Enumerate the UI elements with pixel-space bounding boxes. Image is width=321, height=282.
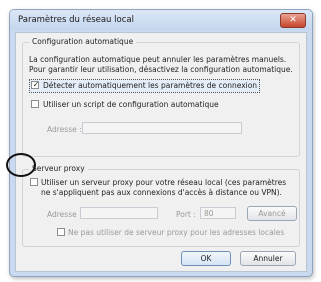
auto-config-legend: Configuration automatique (29, 37, 137, 46)
use-proxy-checkbox[interactable] (30, 178, 38, 186)
proxy-port-value: 80 (204, 209, 214, 218)
detect-settings-label[interactable]: Détecter automatiquement les paramètres … (43, 81, 257, 90)
cancel-button-label: Annuler (253, 254, 283, 263)
window-title: Paramètres du réseau local (18, 15, 134, 25)
ok-button[interactable]: OK (181, 251, 231, 266)
proxy-legend: Serveur proxy (29, 164, 88, 173)
ok-button-label: OK (200, 254, 212, 263)
auto-config-description-line1: La configuration automatique peut annule… (29, 55, 287, 64)
proxy-port-label: Port : (176, 210, 196, 219)
detect-settings-checkbox[interactable]: ✓ (31, 80, 40, 89)
lan-settings-dialog: Paramètres du réseau local ✕ Configurati… (9, 9, 313, 277)
use-proxy-label-line1[interactable]: Utiliser un serveur proxy pour votre rés… (41, 178, 286, 187)
script-address-label: Adresse : (47, 125, 82, 134)
auto-config-description-line2: Pour garantir leur utilisation, désactiv… (29, 65, 293, 74)
use-script-checkbox[interactable] (31, 100, 39, 108)
checkmark-icon: ✓ (32, 80, 40, 89)
title-bar[interactable]: Paramètres du réseau local ✕ (10, 10, 312, 30)
annotation-circle (6, 153, 36, 177)
proxy-address-input[interactable] (80, 207, 158, 219)
proxy-port-input[interactable]: 80 (200, 207, 236, 219)
bypass-local-checkbox[interactable] (57, 228, 65, 236)
proxy-address-label: Adresse : (47, 210, 82, 219)
script-address-input[interactable] (82, 122, 242, 134)
advanced-button[interactable]: Avancé (247, 206, 297, 221)
close-button[interactable]: ✕ (280, 13, 306, 28)
advanced-button-label: Avancé (258, 209, 286, 218)
use-proxy-label-line2[interactable]: ne s'appliquent pas aux connexions d'acc… (41, 188, 282, 197)
bypass-local-label[interactable]: Ne pas utiliser de serveur proxy pour le… (68, 228, 284, 237)
use-script-label[interactable]: Utiliser un script de configuration auto… (43, 100, 219, 109)
close-icon: ✕ (289, 15, 297, 25)
dialog-body: Configuration automatique La configurati… (15, 32, 307, 272)
cancel-button[interactable]: Annuler (240, 251, 296, 266)
